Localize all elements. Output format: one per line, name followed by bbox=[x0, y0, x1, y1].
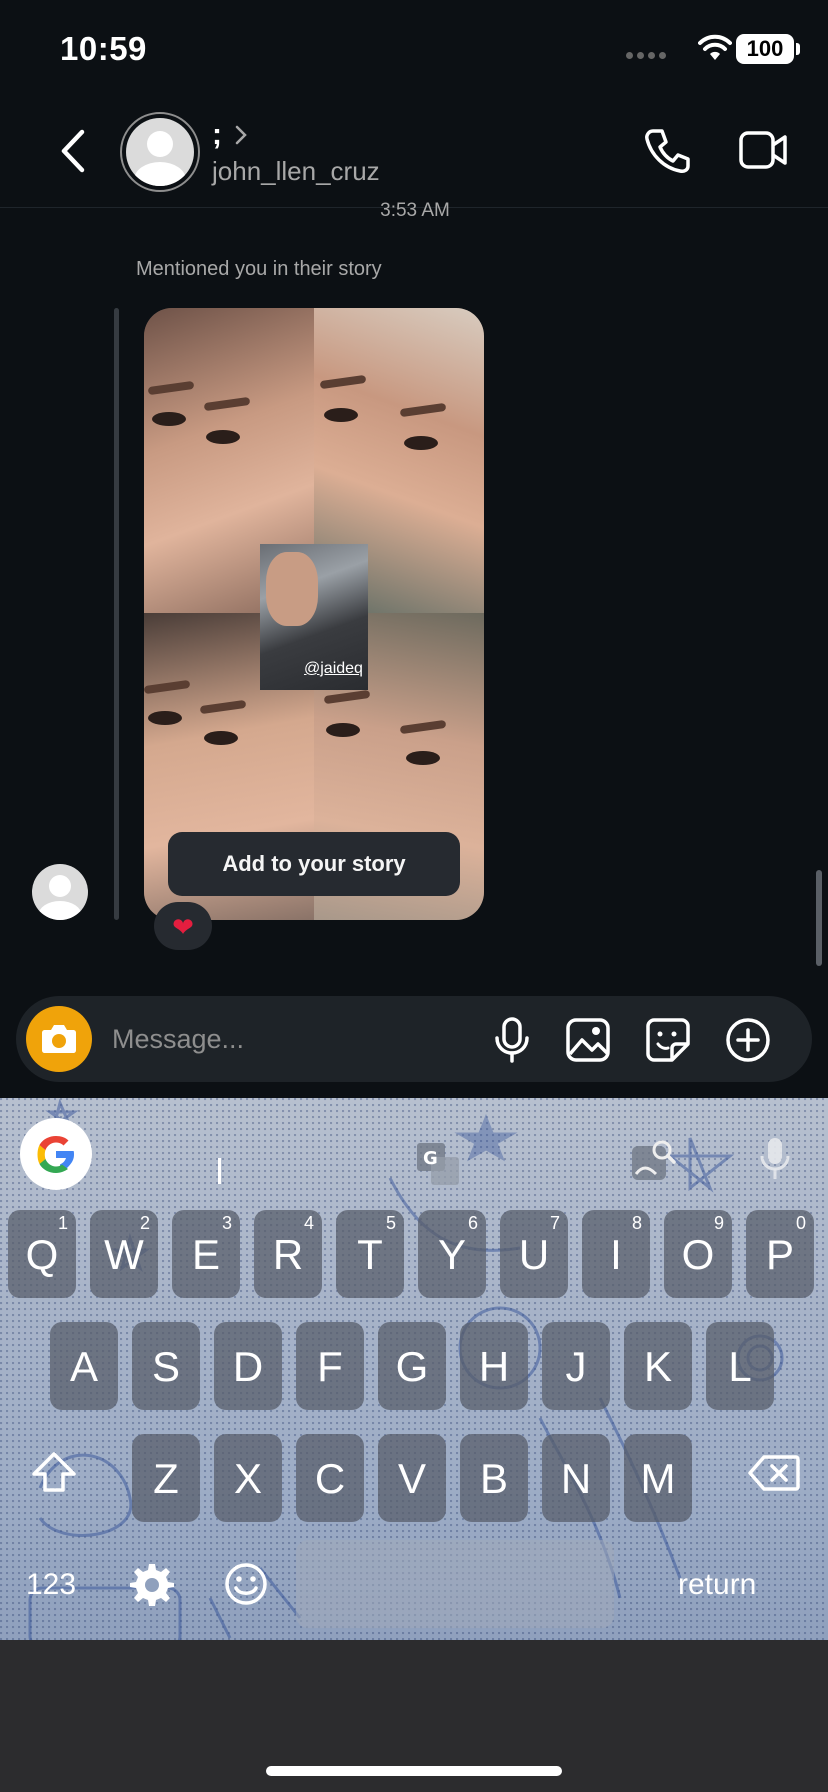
status-bar: 10:59 100 bbox=[0, 0, 828, 100]
story-mention-tag: @jaideq bbox=[304, 660, 363, 677]
battery-indicator: 100 bbox=[736, 34, 794, 64]
story-mention-text: Mentioned you in their story bbox=[136, 258, 382, 280]
contact-username[interactable]: john_llen_cruz bbox=[212, 156, 380, 187]
camera-button[interactable] bbox=[26, 1006, 92, 1072]
google-button[interactable] bbox=[20, 1118, 92, 1190]
return-key[interactable]: return bbox=[678, 1568, 756, 1602]
key-w[interactable]: W2 bbox=[90, 1210, 158, 1298]
key-i[interactable]: I8 bbox=[582, 1210, 650, 1298]
battery-nub bbox=[796, 43, 800, 55]
translate-icon[interactable]: G bbox=[414, 1140, 462, 1188]
key-o[interactable]: O9 bbox=[664, 1210, 732, 1298]
key-z[interactable]: Z bbox=[132, 1434, 200, 1522]
svg-text:G: G bbox=[423, 1148, 438, 1169]
message-input[interactable] bbox=[112, 1018, 412, 1060]
chat-header: ; john_llen_cruz bbox=[0, 100, 828, 208]
key-t[interactable]: T5 bbox=[336, 1210, 404, 1298]
story-mention-preview[interactable]: @jaideq bbox=[144, 308, 484, 920]
shift-icon[interactable] bbox=[30, 1450, 78, 1494]
contact-avatar[interactable] bbox=[120, 112, 200, 192]
key-s[interactable]: S bbox=[132, 1322, 200, 1410]
message-composer bbox=[16, 996, 812, 1082]
default-avatar-icon bbox=[38, 875, 82, 920]
heart-reaction[interactable]: ❤ bbox=[154, 902, 212, 950]
wifi-icon bbox=[698, 34, 732, 60]
plus-circle-icon[interactable] bbox=[724, 1016, 772, 1064]
key-n[interactable]: N bbox=[542, 1434, 610, 1522]
message-timestamp: 3:53 AM bbox=[380, 200, 450, 221]
key-p[interactable]: P0 bbox=[746, 1210, 814, 1298]
key-b[interactable]: B bbox=[460, 1434, 528, 1522]
key-a[interactable]: A bbox=[50, 1322, 118, 1410]
gear-icon[interactable] bbox=[130, 1562, 174, 1606]
key-h[interactable]: H bbox=[460, 1322, 528, 1410]
home-indicator[interactable] bbox=[266, 1766, 562, 1776]
key-y[interactable]: Y6 bbox=[418, 1210, 486, 1298]
key-v[interactable]: V bbox=[378, 1434, 446, 1522]
backspace-icon[interactable] bbox=[748, 1454, 800, 1492]
video-camera-icon[interactable] bbox=[738, 130, 788, 170]
key-k[interactable]: K bbox=[624, 1322, 692, 1410]
key-g[interactable]: G bbox=[378, 1322, 446, 1410]
google-icon bbox=[37, 1136, 74, 1173]
key-u[interactable]: U7 bbox=[500, 1210, 568, 1298]
key-c[interactable]: C bbox=[296, 1434, 364, 1522]
keyboard: G Q1 W2 E3 R4 T5 Y6 U7 I8 O9 P0 A S D F … bbox=[0, 1098, 828, 1640]
back-chevron-icon[interactable] bbox=[52, 126, 96, 176]
key-m[interactable]: M bbox=[624, 1434, 692, 1522]
space-key[interactable] bbox=[296, 1540, 614, 1628]
key-r[interactable]: R4 bbox=[254, 1210, 322, 1298]
numbers-key[interactable]: 123 bbox=[26, 1568, 76, 1602]
camera-icon bbox=[42, 1025, 76, 1053]
default-avatar-icon bbox=[134, 131, 186, 186]
image-search-icon[interactable] bbox=[628, 1136, 678, 1186]
add-to-your-story-button[interactable]: Add to your story bbox=[168, 832, 460, 896]
chat-scrollbar[interactable] bbox=[816, 870, 822, 966]
sender-avatar[interactable] bbox=[32, 864, 88, 920]
key-l[interactable]: L bbox=[706, 1322, 774, 1410]
text-cursor bbox=[218, 1158, 221, 1184]
key-e[interactable]: E3 bbox=[172, 1210, 240, 1298]
chevron-right-icon[interactable] bbox=[234, 124, 248, 146]
key-d[interactable]: D bbox=[214, 1322, 282, 1410]
sticker-icon[interactable] bbox=[644, 1016, 692, 1064]
story-center-photo: @jaideq bbox=[260, 544, 368, 690]
key-x[interactable]: X bbox=[214, 1434, 282, 1522]
key-j[interactable]: J bbox=[542, 1322, 610, 1410]
phone-icon[interactable] bbox=[642, 126, 692, 176]
microphone-icon[interactable] bbox=[492, 1016, 532, 1064]
reply-indicator-bar bbox=[114, 308, 119, 920]
emoji-icon[interactable] bbox=[224, 1562, 268, 1606]
cellular-signal-icon bbox=[626, 52, 666, 59]
gallery-icon[interactable] bbox=[564, 1016, 612, 1064]
status-time: 10:59 bbox=[60, 30, 147, 67]
suggestion-bar: G bbox=[0, 1118, 828, 1190]
key-f[interactable]: F bbox=[296, 1322, 364, 1410]
contact-display-name[interactable]: ; bbox=[212, 118, 222, 152]
microphone-icon[interactable] bbox=[758, 1134, 792, 1184]
key-q[interactable]: Q1 bbox=[8, 1210, 76, 1298]
